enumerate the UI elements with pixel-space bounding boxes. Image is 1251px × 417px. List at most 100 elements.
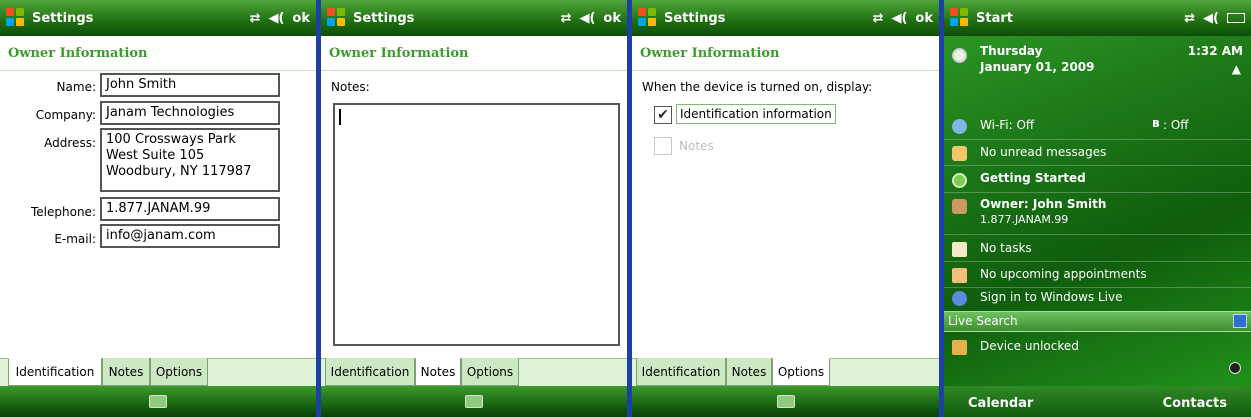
title-bar: Settings ⇄ ◀( ok bbox=[0, 0, 316, 36]
divider bbox=[944, 192, 1251, 193]
name-field[interactable]: John Smith bbox=[100, 73, 280, 97]
ok-button[interactable]: ok bbox=[915, 11, 933, 26]
windows-start-icon[interactable] bbox=[950, 8, 970, 28]
tab-identification[interactable]: Identification bbox=[325, 358, 415, 386]
page-title: Owner Information bbox=[321, 36, 627, 71]
bluetooth-icon[interactable]: ʙ bbox=[1152, 116, 1160, 130]
search-icon[interactable] bbox=[1233, 314, 1247, 328]
owner-name[interactable]: Owner: John Smith bbox=[980, 197, 1106, 211]
tab-options[interactable]: Options bbox=[772, 358, 830, 386]
tab-bar: Identification Notes Options bbox=[321, 358, 627, 386]
getting-started-link[interactable]: Getting Started bbox=[980, 171, 1086, 185]
ok-button[interactable]: ok bbox=[292, 11, 310, 26]
live-search-bar[interactable]: Live Search bbox=[944, 311, 1251, 332]
name-label: Name: bbox=[56, 80, 96, 94]
day-text[interactable]: Thursday bbox=[980, 44, 1042, 58]
windows-live-link[interactable]: Sign in to Windows Live bbox=[980, 290, 1123, 304]
notes-screen: Settings ⇄ ◀( ok Owner Information Notes… bbox=[321, 0, 627, 417]
page-title: Owner Information bbox=[0, 36, 316, 71]
tasks-status[interactable]: No tasks bbox=[980, 241, 1032, 255]
page-title: Owner Information bbox=[632, 36, 939, 71]
appointments-status[interactable]: No upcoming appointments bbox=[980, 267, 1147, 281]
messages-status[interactable]: No unread messages bbox=[980, 145, 1106, 159]
window-title: Start bbox=[976, 10, 1013, 26]
tab-bar: Identification Notes Options bbox=[0, 358, 316, 386]
divider bbox=[944, 234, 1251, 235]
lock-status[interactable]: Device unlocked bbox=[980, 339, 1079, 353]
alarm-bell-icon[interactable]: ▲ bbox=[1232, 62, 1241, 76]
menu-bar bbox=[0, 386, 316, 417]
telephone-field[interactable]: 1.877.JANAM.99 bbox=[100, 197, 280, 221]
softkey-bar: Calendar Contacts bbox=[944, 386, 1251, 417]
windows-live-icon[interactable] bbox=[952, 291, 967, 306]
contacts-softkey[interactable]: Contacts bbox=[1163, 396, 1227, 411]
battery-icon[interactable] bbox=[1227, 13, 1245, 23]
volume-icon[interactable]: ◀( bbox=[1203, 11, 1219, 26]
tab-identification[interactable]: Identification bbox=[636, 358, 726, 386]
owner-phone[interactable]: 1.877.JANAM.99 bbox=[980, 213, 1068, 226]
tab-notes[interactable]: Notes bbox=[102, 358, 150, 386]
text-caret bbox=[339, 109, 341, 125]
email-field[interactable]: info@janam.com bbox=[100, 224, 280, 248]
today-screen: Start ⇄ ◀( Thursday January 01, 2009 1:3… bbox=[944, 0, 1251, 417]
getting-started-icon[interactable] bbox=[952, 173, 967, 188]
tab-identification[interactable]: Identification bbox=[8, 358, 102, 386]
owner-icon[interactable] bbox=[952, 199, 967, 214]
tasks-icon[interactable] bbox=[952, 242, 967, 257]
address-field[interactable]: 100 Crossways Park West Suite 105 Woodbu… bbox=[100, 128, 280, 192]
windows-start-icon[interactable] bbox=[327, 8, 347, 28]
time-text[interactable]: 1:32 AM bbox=[1188, 44, 1243, 58]
notes-label: Notes: bbox=[331, 80, 370, 94]
identification-checkbox[interactable]: ✔ bbox=[654, 106, 672, 124]
keyboard-icon[interactable] bbox=[465, 395, 483, 408]
company-field[interactable]: Janam Technologies bbox=[100, 101, 280, 125]
title-bar: Settings ⇄ ◀( ok bbox=[632, 0, 939, 36]
ok-button[interactable]: ok bbox=[603, 11, 621, 26]
window-title: Settings bbox=[353, 10, 415, 26]
lock-icon[interactable] bbox=[952, 340, 967, 355]
wifi-icon[interactable] bbox=[952, 119, 967, 134]
live-search-label: Live Search bbox=[948, 314, 1018, 328]
display-prompt: When the device is turned on, display: bbox=[642, 80, 873, 94]
menu-bar bbox=[632, 386, 939, 417]
volume-icon[interactable]: ◀( bbox=[579, 11, 595, 26]
tab-bar: Identification Notes Options bbox=[632, 358, 939, 386]
title-bar: Settings ⇄ ◀( ok bbox=[321, 0, 627, 36]
notes-checkbox[interactable] bbox=[654, 137, 672, 155]
windows-start-icon[interactable] bbox=[638, 8, 658, 28]
connectivity-icon[interactable]: ⇄ bbox=[873, 11, 884, 26]
window-title: Settings bbox=[32, 10, 94, 26]
connectivity-icon[interactable]: ⇄ bbox=[1184, 11, 1195, 26]
connectivity-icon[interactable]: ⇄ bbox=[561, 11, 572, 26]
volume-icon[interactable]: ◀( bbox=[268, 11, 284, 26]
bluetooth-status[interactable]: : Off bbox=[1163, 118, 1189, 132]
tab-options[interactable]: Options bbox=[461, 358, 519, 386]
notes-option-label: Notes bbox=[679, 139, 714, 153]
telephone-label: Telephone: bbox=[31, 205, 96, 219]
date-text[interactable]: January 01, 2009 bbox=[980, 60, 1095, 74]
wifi-status[interactable]: Wi-Fi: Off bbox=[980, 118, 1034, 132]
connectivity-icon[interactable]: ⇄ bbox=[250, 11, 261, 26]
tab-options[interactable]: Options bbox=[150, 358, 208, 386]
status-indicator-icon[interactable] bbox=[1229, 362, 1241, 374]
window-title: Settings bbox=[664, 10, 726, 26]
tab-notes[interactable]: Notes bbox=[415, 358, 461, 386]
calendar-icon[interactable] bbox=[952, 268, 967, 283]
divider bbox=[944, 287, 1251, 288]
tab-notes[interactable]: Notes bbox=[726, 358, 772, 386]
windows-start-icon[interactable] bbox=[6, 8, 26, 28]
email-label: E-mail: bbox=[54, 232, 96, 246]
title-bar: Start ⇄ ◀( bbox=[944, 0, 1251, 36]
calendar-softkey[interactable]: Calendar bbox=[968, 396, 1033, 411]
volume-icon[interactable]: ◀( bbox=[891, 11, 907, 26]
keyboard-icon[interactable] bbox=[776, 395, 795, 408]
keyboard-icon[interactable] bbox=[149, 395, 167, 408]
menu-bar bbox=[321, 386, 627, 417]
identification-screen: Settings ⇄ ◀( ok Owner Information Name:… bbox=[0, 0, 316, 417]
identification-option-label[interactable]: Identification information bbox=[676, 104, 836, 124]
notes-textarea[interactable] bbox=[333, 103, 620, 346]
mail-icon[interactable] bbox=[952, 146, 967, 161]
clock-icon[interactable] bbox=[952, 48, 967, 63]
checkmark-icon: ✔ bbox=[657, 107, 669, 123]
divider bbox=[944, 139, 1251, 140]
